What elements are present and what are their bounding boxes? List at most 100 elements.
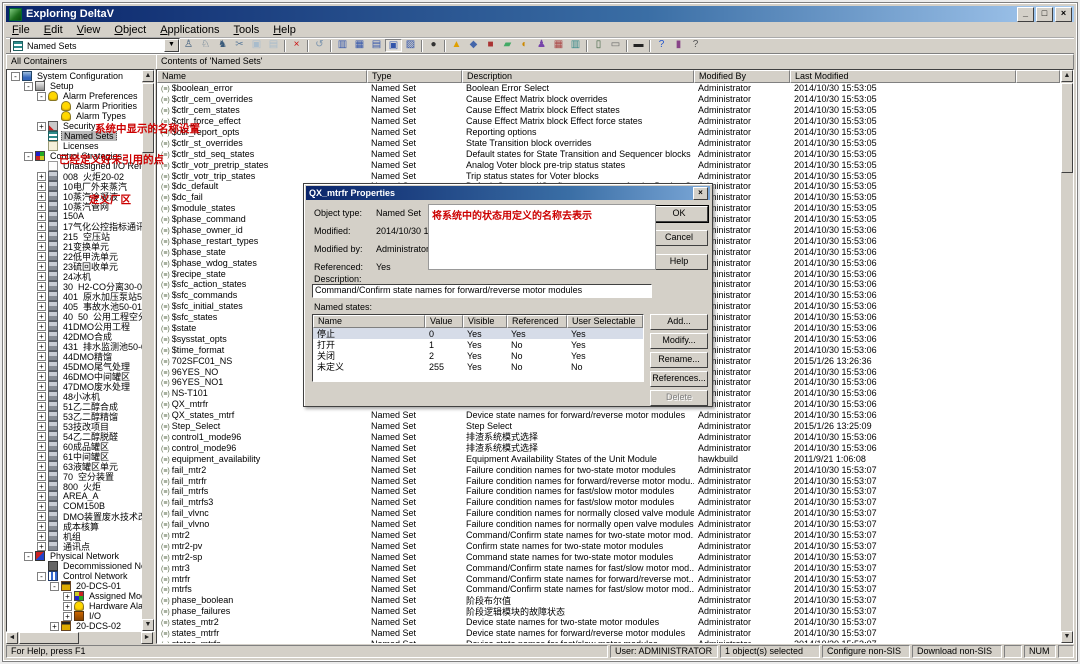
expand-icon[interactable]: +	[37, 302, 46, 311]
tree-item-51乙二醇合成[interactable]: +51乙二醇合成	[7, 401, 142, 411]
tree-item-008_火炬20-02[interactable]: +008_火炬20-02	[7, 171, 142, 181]
tree-item-54乙二醇脱醛[interactable]: +54乙二醇脱醛	[7, 431, 142, 441]
expand-icon[interactable]: +	[37, 422, 46, 431]
alarm-ramp-icon[interactable]: ▲	[448, 39, 465, 52]
status-configure-mode[interactable]: Configure non-SIS	[822, 645, 910, 658]
menu-object[interactable]: Object	[108, 24, 152, 36]
states-column-value[interactable]: Value	[425, 315, 463, 328]
menu-edit[interactable]: Edit	[38, 24, 69, 36]
list-row-states_mtrfr[interactable]: (≡)states_mtrfrNamed SetDevice state nam…	[157, 628, 1061, 639]
tree-item-23硫回收单元[interactable]: +23硫回收单元	[7, 261, 142, 271]
tree-item-22低甲洗单元[interactable]: +22低甲洗单元	[7, 251, 142, 261]
expand-icon[interactable]: +	[37, 522, 46, 531]
expand-icon[interactable]: +	[50, 622, 59, 631]
close-button[interactable]: ×	[1055, 7, 1072, 22]
named-state-row-未定义[interactable]: 未定义255YesNoNo	[313, 361, 643, 372]
column-header-description[interactable]: Description	[462, 70, 694, 83]
tree-scroll-right-icon[interactable]: ►	[141, 632, 153, 644]
expand-icon[interactable]: +	[37, 172, 46, 181]
rename-button[interactable]: Rename...	[650, 352, 708, 368]
list-row-$ctlr_votr_trip_states[interactable]: (≡)$ctlr_votr_trip_statesNamed SetTrip s…	[157, 170, 1061, 181]
tree-item-40_50_公用工程空分部分[interactable]: +40_50_公用工程空分部分	[7, 311, 142, 321]
list-row-control_mode96[interactable]: (≡)control_mode96Named Set排渣系统模式选择Admini…	[157, 442, 1061, 453]
expand-icon[interactable]: +	[63, 612, 72, 621]
tree-item-215_空压站[interactable]: +215_空压站	[7, 231, 142, 241]
tree-item-48小冰机[interactable]: +48小冰机	[7, 391, 142, 401]
tree-item-401_原水加压泵站50-03[interactable]: +401_原水加压泵站50-03	[7, 291, 142, 301]
tree-item-成本核算[interactable]: +成本核算	[7, 521, 142, 531]
list-row-$ctlr_report_opts[interactable]: (≡)$ctlr_report_optsNamed SetReporting o…	[157, 127, 1061, 138]
tree-item-licenses[interactable]: Licenses	[7, 141, 142, 151]
tree-item-10电厂外来蒸汽[interactable]: +10电厂外来蒸汽	[7, 181, 142, 191]
expand-icon[interactable]: +	[37, 232, 46, 241]
list-row-$ctlr_cem_overrides[interactable]: (≡)$ctlr_cem_overridesNamed SetCause Eff…	[157, 94, 1061, 105]
states-column-user-selectable[interactable]: User Selectable	[567, 315, 643, 328]
list-vscroll-thumb[interactable]	[1061, 83, 1073, 173]
expand-icon[interactable]: +	[37, 502, 46, 511]
tree-item-405_事故水池50-01[interactable]: +405_事故水池50-01	[7, 301, 142, 311]
list-row-$ctlr_std_seq_states[interactable]: (≡)$ctlr_std_seq_statesNamed SetDefault …	[157, 148, 1061, 159]
cancel-button[interactable]: Cancel	[650, 230, 708, 246]
expand-icon[interactable]: +	[37, 492, 46, 501]
expand-icon[interactable]: +	[37, 352, 46, 361]
states-column-visible[interactable]: Visible	[463, 315, 507, 328]
cut-icon[interactable]: ✂	[231, 39, 248, 52]
add-button[interactable]: Add...	[650, 314, 708, 330]
expand-icon[interactable]: +	[37, 532, 46, 541]
tree-item-47dmo废水处理[interactable]: +47DMO废水处理	[7, 381, 142, 391]
column-header-last-modified[interactable]: Last Modified	[790, 70, 1016, 83]
library-icon[interactable]: ▮	[670, 39, 687, 52]
tree-item-20-dcs-01[interactable]: -20-DCS-01	[7, 581, 142, 591]
tree-item-21变换单元[interactable]: +21变换单元	[7, 241, 142, 251]
tree-item-alarm-types[interactable]: Alarm Types	[7, 111, 142, 121]
column-header-name[interactable]: Name	[157, 70, 367, 83]
expand-icon[interactable]: +	[63, 602, 72, 611]
tree-item-alarm-priorities[interactable]: Alarm Priorities	[7, 101, 142, 111]
list-row-fail_mtrfs3[interactable]: (≡)fail_mtrfs3Named SetFailure condition…	[157, 497, 1061, 508]
menu-view[interactable]: View	[71, 24, 107, 36]
tree-item-70_空分装置[interactable]: +70_空分装置	[7, 471, 142, 481]
title-bar[interactable]: Exploring DeltaV _ □ ×	[6, 6, 1074, 22]
expand-icon[interactable]: +	[37, 202, 46, 211]
expand-icon[interactable]: +	[37, 222, 46, 231]
tree-item-通讯点[interactable]: +通讯点	[7, 541, 142, 551]
tree-item-53技改项目[interactable]: +53技改项目	[7, 421, 142, 431]
list-row-$ctlr_st_overrides[interactable]: (≡)$ctlr_st_overridesNamed SetState Tran…	[157, 137, 1061, 148]
tree-item-alarm-preferences[interactable]: -Alarm Preferences	[7, 91, 142, 101]
tree-scroll-up-icon[interactable]: ▲	[142, 70, 154, 82]
tree-item-hardware-alarms[interactable]: +Hardware Alarms	[7, 601, 142, 611]
expand-icon[interactable]: +	[37, 282, 46, 291]
expand-icon[interactable]: +	[37, 242, 46, 251]
tree-item-control-network[interactable]: -Control Network	[7, 571, 142, 581]
expand-icon[interactable]: +	[37, 482, 46, 491]
tree-item-机组[interactable]: +机组	[7, 531, 142, 541]
expand-icon[interactable]: +	[37, 452, 46, 461]
list-row-fail_mtr2[interactable]: (≡)fail_mtr2Named SetFailure condition n…	[157, 464, 1061, 475]
container-select[interactable]: Named Sets ▼	[10, 38, 180, 53]
collapse-icon[interactable]: -	[24, 152, 33, 161]
list-row-mtr3[interactable]: (≡)mtr3Named SetCommand/Confirm state na…	[157, 562, 1061, 573]
tree-item-63液罐区单元[interactable]: +63液罐区单元	[7, 461, 142, 471]
user-icon[interactable]: ♟	[533, 39, 550, 52]
tree-item-53乙二醇精馏[interactable]: +53乙二醇精馏	[7, 411, 142, 421]
list-row-fail_mtrfr[interactable]: (≡)fail_mtrfrNamed SetFailure condition …	[157, 475, 1061, 486]
list-row-fail_vlvnc[interactable]: (≡)fail_vlvncNamed SetFailure condition …	[157, 508, 1061, 519]
context-help-icon[interactable]: ?	[687, 39, 704, 52]
menu-help[interactable]: Help	[267, 24, 302, 36]
status-download-mode[interactable]: Download non-SIS	[912, 645, 1002, 658]
list-row-states_mtrfs[interactable]: (≡)states_mtrfsNamed SetDevice state nam…	[157, 638, 1061, 643]
list-row-phase_failures[interactable]: (≡)phase_failuresNamed Set阶段逻辑模块的故障状态Adm…	[157, 606, 1061, 617]
expand-icon[interactable]: +	[37, 542, 46, 551]
list-row-mtr2-sp[interactable]: (≡)mtr2-spNamed SetCommand state names f…	[157, 551, 1061, 562]
tree-item-800_火炬[interactable]: +800_火炬	[7, 481, 142, 491]
tree-item-area_a[interactable]: +AREA_A	[7, 491, 142, 501]
tree-hscroll-thumb[interactable]	[19, 632, 79, 644]
list-row-fail_vlvno[interactable]: (≡)fail_vlvnoNamed SetFailure condition …	[157, 519, 1061, 530]
tree-item-decommissioned-nodes[interactable]: Decommissioned Nodes	[7, 561, 142, 571]
tree-item-physical-network[interactable]: -Physical Network	[7, 551, 142, 561]
tree-item-41dmo公用工程[interactable]: +41DMO公用工程	[7, 321, 142, 331]
picture-icon[interactable]: ▰	[499, 39, 516, 52]
menu-tools[interactable]: Tools	[228, 24, 266, 36]
states-column-referenced[interactable]: Referenced	[507, 315, 567, 328]
paste-icon[interactable]: ▤	[265, 39, 282, 52]
